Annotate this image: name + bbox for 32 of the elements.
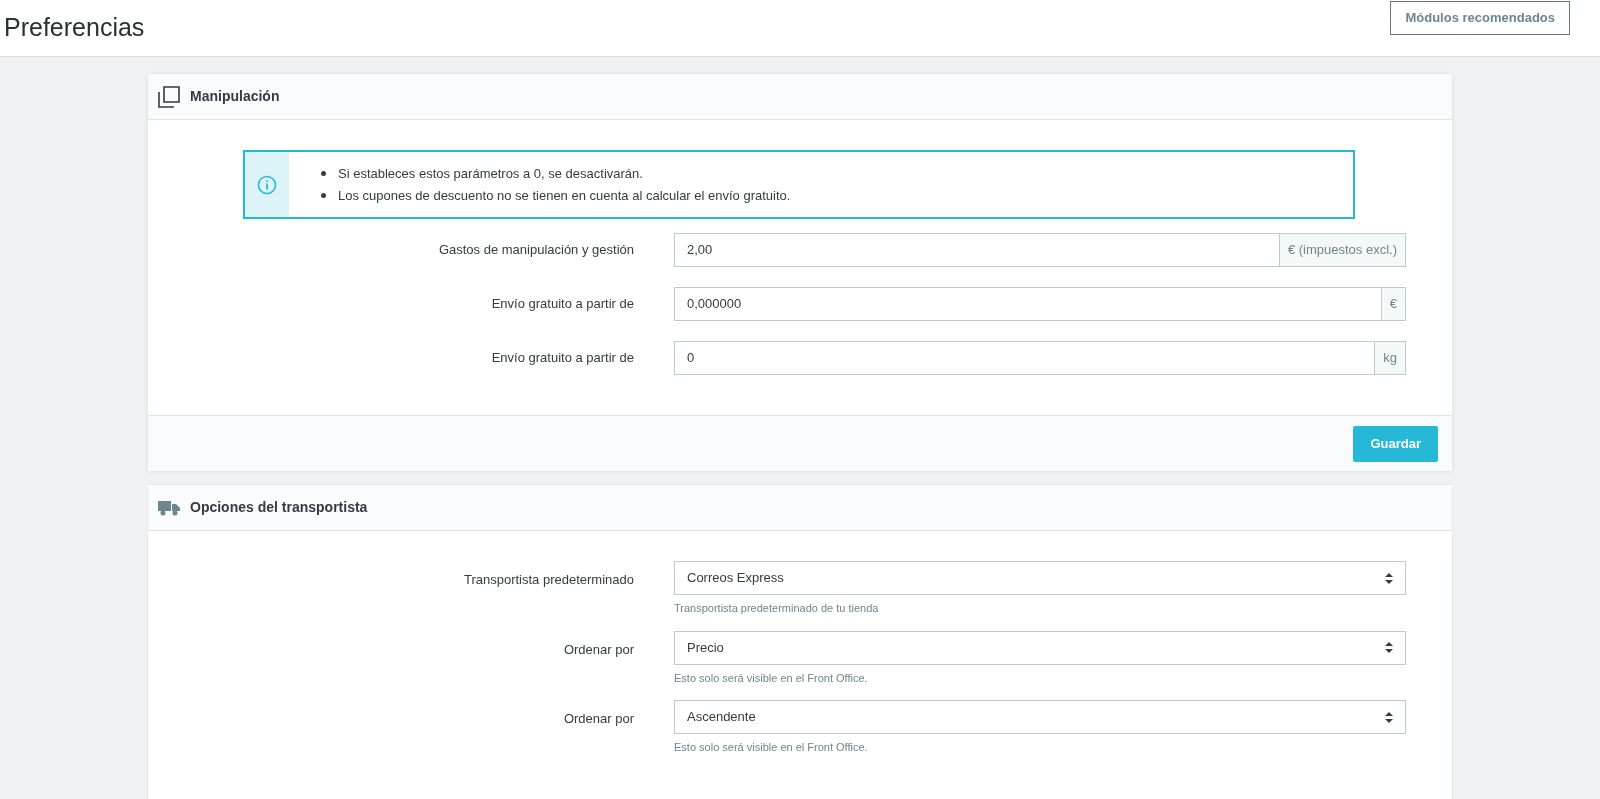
info-icon <box>257 174 277 195</box>
input-addon: € <box>1380 288 1405 320</box>
sort-caret-icon <box>1385 572 1393 584</box>
info-note: Si estableces estos parámetros a 0, se desactivarán. <box>338 164 643 183</box>
input-field[interactable]: 0 kg <box>674 341 1406 375</box>
field-label: Envío gratuito a partir de <box>490 295 635 314</box>
page-title: Preferencias <box>4 12 145 44</box>
input-addon: kg <box>1374 342 1405 374</box>
field-label: Gastos de manipulación y gestión <box>437 241 635 260</box>
info-note: Los cupones de descuento no se tienen en cuenta al calcular el envío gratuito. <box>338 187 791 205</box>
help-text: Esto solo será visible en el Front Office. <box>674 670 869 686</box>
bullet-icon <box>321 170 326 176</box>
field-label: Ordenar por <box>562 710 635 728</box>
input-field[interactable]: 2,00 € (impuestos excl.) <box>674 233 1406 267</box>
field-label: Envío gratuito a partir de <box>490 349 635 368</box>
input-field[interactable]: 0,000000 € <box>674 287 1406 321</box>
field-label: Transportista predeterminado <box>462 571 635 589</box>
select-dropdown[interactable]: Precio <box>674 630 1406 665</box>
bullet-icon <box>321 193 326 199</box>
help-text: Esto solo será visible en el Front Office. <box>674 740 869 755</box>
input-addon: € (impuestos excl.) <box>1278 234 1405 266</box>
sort-caret-icon <box>1385 711 1393 723</box>
field-label: Ordenar por <box>562 640 635 659</box>
select-dropdown[interactable]: Correos Express <box>674 561 1406 595</box>
recommended-modules-button[interactable]: Módulos recomendados <box>1390 1 1570 35</box>
card-title: Manipulación <box>190 87 280 106</box>
card-title: Opciones del transportista <box>190 498 368 517</box>
select-dropdown[interactable]: Ascendente <box>674 700 1406 734</box>
sort-caret-icon <box>1385 642 1393 653</box>
copy-icon <box>158 85 180 108</box>
truck-icon <box>158 499 180 516</box>
help-text: Transportista predeterminado de tu tienda <box>674 601 880 616</box>
